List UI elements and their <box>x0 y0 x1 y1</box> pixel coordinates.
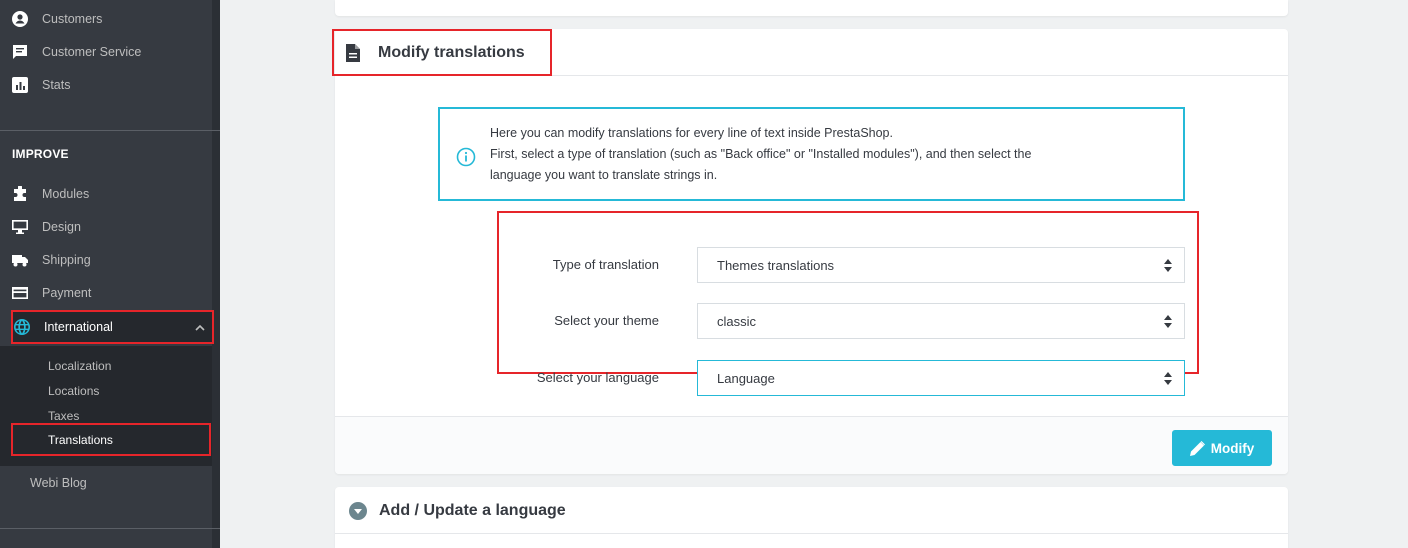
select-caret-icon <box>1164 259 1172 272</box>
sidebar-item-payment[interactable]: Payment <box>12 280 91 306</box>
account-circle-icon <box>12 11 28 27</box>
sidebar-item-label: Design <box>42 220 81 234</box>
sidebar-item-customer-service[interactable]: Customer Service <box>12 39 141 65</box>
sidebar-scrollbar[interactable] <box>212 0 220 548</box>
select-value: Themes translations <box>717 257 835 273</box>
panel-footer: Modify <box>335 416 1288 474</box>
panel-header: Modify translations <box>332 29 552 76</box>
info-line: language you want to translate strings i… <box>490 168 718 182</box>
submenu-item-translations[interactable]: Translations <box>11 423 211 456</box>
truck-icon <box>12 252 28 268</box>
sidebar-item-webi-blog[interactable]: Webi Blog <box>30 476 87 490</box>
translation-form: Type of translation Themes translations … <box>497 211 1199 396</box>
sidebar-section-title: IMPROVE <box>12 147 69 161</box>
chevron-circle-down-icon[interactable] <box>349 502 367 520</box>
info-line: First, select a type of translation (suc… <box>490 147 1032 161</box>
select-theme-label: Select your theme <box>554 313 659 328</box>
sidebar-item-label: Payment <box>42 286 92 300</box>
language-select[interactable]: Language <box>697 360 1185 396</box>
info-text: Here you can modify translations for eve… <box>490 123 1031 186</box>
info-alert: Here you can modify translations for eve… <box>438 107 1185 201</box>
type-of-translation-select[interactable]: Themes translations <box>697 247 1185 283</box>
select-caret-icon <box>1164 372 1172 385</box>
select-value: Language <box>717 370 775 386</box>
sidebar-divider <box>0 528 220 529</box>
desktop-icon <box>12 219 28 235</box>
puzzle-icon <box>12 186 28 202</box>
sidebar-item-design[interactable]: Design <box>12 214 81 240</box>
sidebar-item-stats[interactable]: Stats <box>12 72 71 98</box>
form-row-theme: Select your theme classic <box>499 303 1199 339</box>
credit-card-icon <box>12 285 28 301</box>
previous-panel <box>335 0 1288 16</box>
modify-translations-panel: Modify translations Here you can modify … <box>332 29 1288 474</box>
sidebar-item-international[interactable]: International <box>11 310 214 344</box>
document-icon <box>346 43 362 62</box>
pencil-icon <box>1189 440 1205 456</box>
type-of-translation-label: Type of translation <box>552 257 659 272</box>
modify-button[interactable]: Modify <box>1172 430 1272 466</box>
select-caret-icon <box>1164 315 1172 328</box>
select-language-label: Select your language <box>536 370 659 385</box>
sidebar-item-label: Customers <box>42 12 103 26</box>
sidebar-item-label: International <box>44 320 113 334</box>
sidebar-item-label: Shipping <box>42 253 91 267</box>
chevron-up-icon[interactable] <box>194 321 206 333</box>
add-update-language-panel: Add / Update a language <box>335 487 1288 548</box>
panel2-title: Add / Update a language <box>379 502 566 519</box>
submenu-item-localization[interactable]: Localization <box>48 359 111 373</box>
modify-button-label: Modify <box>1210 440 1255 456</box>
submenu-item-taxes[interactable]: Taxes <box>48 409 79 423</box>
sidebar: Customers Customer Service Stats IMPROVE… <box>0 0 220 548</box>
select-value: classic <box>717 313 757 329</box>
sidebar-item-label: Modules <box>42 187 90 201</box>
chat-icon <box>12 44 28 60</box>
info-line: Here you can modify translations for eve… <box>490 126 893 140</box>
sidebar-item-shipping[interactable]: Shipping <box>12 247 91 273</box>
stats-icon <box>12 77 28 93</box>
sidebar-item-modules[interactable]: Modules <box>12 181 89 207</box>
form-row-type: Type of translation Themes translations <box>499 247 1199 283</box>
sidebar-item-customers[interactable]: Customers <box>12 6 102 32</box>
form-row-language: Select your language Language <box>499 360 1199 396</box>
submenu-item-locations[interactable]: Locations <box>48 384 99 398</box>
panel-header-divider <box>335 533 1288 534</box>
info-icon <box>456 147 476 167</box>
sidebar-item-label: Customer Service <box>42 45 142 59</box>
globe-icon <box>14 319 30 335</box>
theme-select[interactable]: classic <box>697 303 1185 339</box>
sidebar-divider <box>0 130 220 131</box>
panel-title: Modify translations <box>378 43 525 61</box>
sidebar-item-label: Stats <box>42 78 71 92</box>
